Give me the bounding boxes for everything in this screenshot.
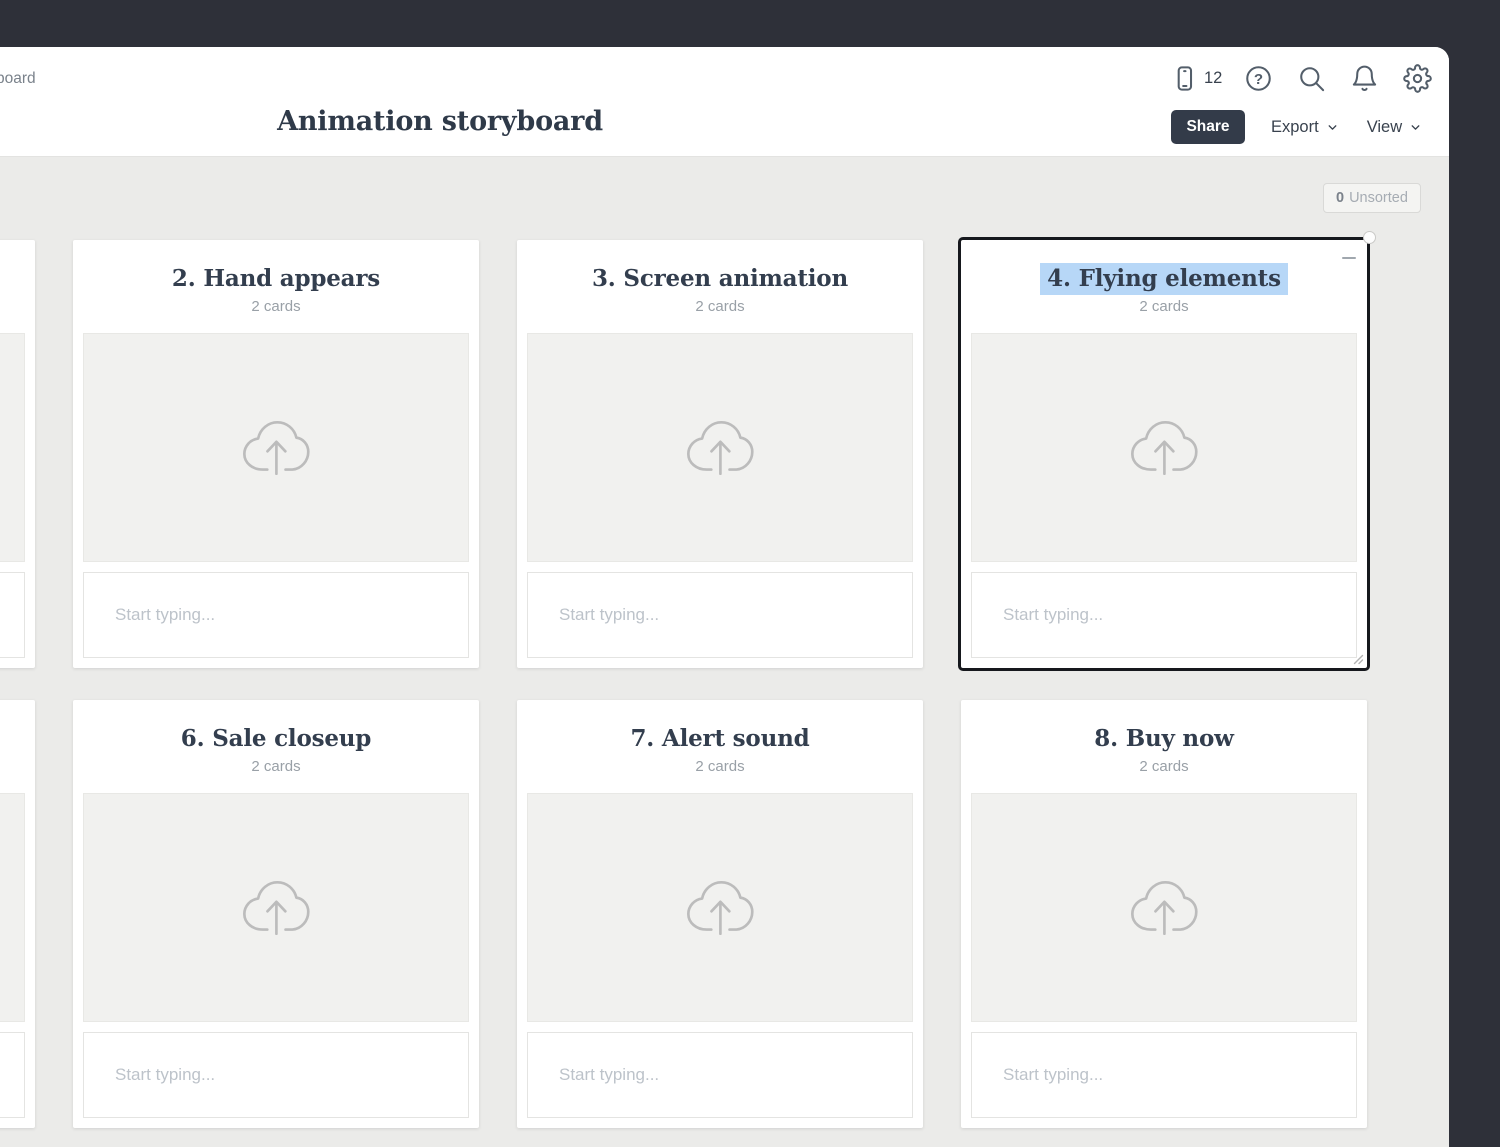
chevron-down-icon [1326,121,1339,134]
board-title[interactable]: Animation storyboard [277,106,603,137]
svg-text:?: ? [1254,71,1263,88]
help-icon[interactable]: ? [1243,63,1273,93]
header-button-row: Share Export View [1171,110,1424,144]
board-column-card-partial[interactable] [0,700,35,1128]
board-canvas[interactable]: 0 Unsorted 2. Hand appears 2 cards Start… [0,157,1449,1147]
column-title: 6. Sale closeup [73,725,479,752]
upload-cloud-icon [239,418,313,478]
unsorted-count: 0 [1336,190,1344,206]
column-title: 3. Screen animation [517,265,923,292]
card-count-icon[interactable] [1169,63,1199,93]
board-column-card[interactable]: 7. Alert sound 2 cards Start typing... [517,700,923,1128]
column-card-count: 2 cards [517,298,923,315]
column-title: 7. Alert sound [517,725,923,752]
header-icon-row: 12 ? [1169,62,1432,94]
window-header: board Animation storyboard 12 ? Share [0,47,1449,157]
card-text-input[interactable]: Start typing... [83,572,469,658]
board-column-card[interactable]: 3. Screen animation 2 cards Start typing… [517,240,923,668]
board-column-card[interactable]: 6. Sale closeup 2 cards Start typing... [73,700,479,1128]
unsorted-badge[interactable]: 0 Unsorted [1323,183,1421,213]
card-text-input[interactable]: Start typing... [527,572,913,658]
column-card-count: 2 cards [73,758,479,775]
column-title: 4. Flying elements [961,265,1367,292]
share-button[interactable]: Share [1171,110,1245,144]
card-count: 12 [1204,69,1222,88]
card-text-input[interactable] [0,1032,25,1118]
column-card-count: 2 cards [517,758,923,775]
card-text-input[interactable]: Start typing... [971,572,1357,658]
card-text-input[interactable]: Start typing... [83,1032,469,1118]
column-card-count: 2 cards [961,758,1367,775]
board-column-card[interactable]: 8. Buy now 2 cards Start typing... [961,700,1367,1128]
export-label: Export [1271,118,1319,137]
card-text-input[interactable]: Start typing... [527,1032,913,1118]
image-dropzone[interactable] [971,793,1357,1022]
image-dropzone[interactable] [971,333,1357,562]
resize-handle[interactable] [1363,231,1376,244]
card-text-input[interactable] [0,572,25,658]
board-column-card-partial[interactable] [0,240,35,668]
gear-icon[interactable] [1402,63,1432,93]
unsorted-label: Unsorted [1349,190,1408,206]
column-title: 2. Hand appears [73,265,479,292]
upload-cloud-icon [1127,878,1201,938]
export-button[interactable]: Export [1269,114,1341,141]
column-card-count: 2 cards [961,298,1367,315]
search-icon[interactable] [1296,63,1326,93]
image-dropzone[interactable] [0,793,25,1022]
upload-cloud-icon [683,418,757,478]
chevron-down-icon [1409,121,1422,134]
image-dropzone[interactable] [527,333,913,562]
view-button[interactable]: View [1365,114,1424,141]
upload-cloud-icon [1127,418,1201,478]
column-card-count: 2 cards [73,298,479,315]
board-column-card-selected[interactable]: 4. Flying elements 2 cards Start typing.… [961,240,1367,668]
resize-grip-icon[interactable] [1349,650,1364,665]
card-text-input[interactable]: Start typing... [971,1032,1357,1118]
image-dropzone[interactable] [527,793,913,1022]
upload-cloud-icon [239,878,313,938]
upload-cloud-icon [683,878,757,938]
app-window: board Animation storyboard 12 ? Share [0,47,1449,1147]
column-title: 8. Buy now [961,725,1367,752]
breadcrumb[interactable]: board [0,70,36,88]
bell-icon[interactable] [1349,63,1379,93]
view-label: View [1367,118,1402,137]
image-dropzone[interactable] [83,333,469,562]
image-dropzone[interactable] [0,333,25,562]
minus-icon[interactable] [1342,257,1356,259]
board-column-card[interactable]: 2. Hand appears 2 cards Start typing... [73,240,479,668]
image-dropzone[interactable] [83,793,469,1022]
